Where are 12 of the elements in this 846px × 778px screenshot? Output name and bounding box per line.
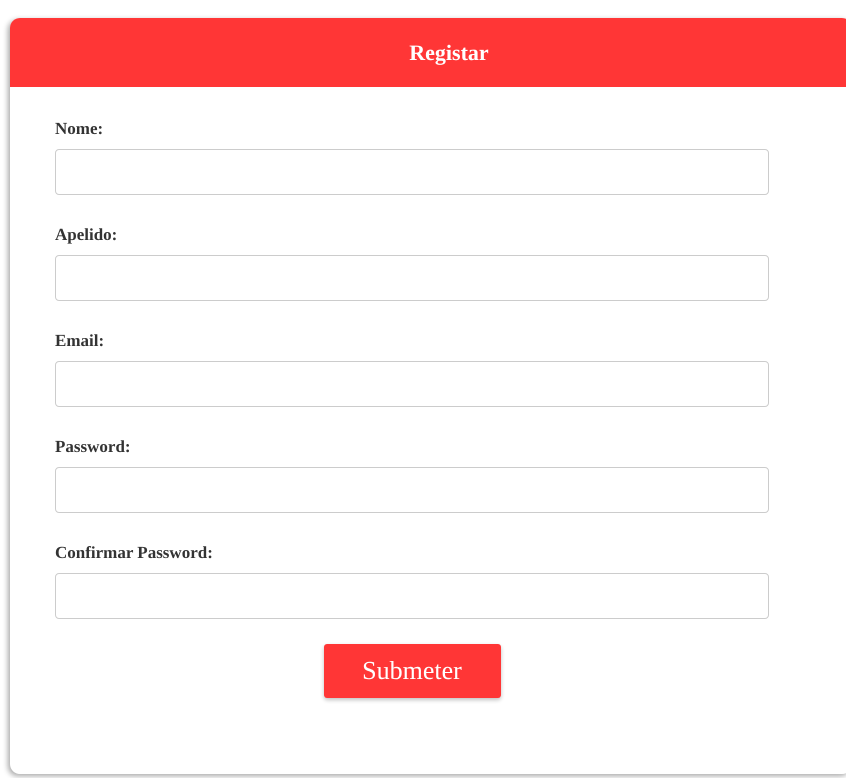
field-label: Confirmar Password: [55, 543, 214, 563]
form-title: Registar [409, 40, 489, 66]
field-label: Password: [55, 437, 132, 457]
submit-button[interactable]: Submeter [324, 644, 500, 698]
input-field[interactable] [55, 467, 769, 513]
input-field[interactable] [55, 573, 769, 619]
input-field[interactable] [55, 361, 769, 407]
field-label: Apelido: [55, 225, 118, 245]
input-field[interactable] [55, 149, 769, 195]
input-field[interactable] [55, 255, 769, 301]
field-label: Email: [55, 331, 106, 351]
field-label: Nome: [55, 119, 104, 139]
